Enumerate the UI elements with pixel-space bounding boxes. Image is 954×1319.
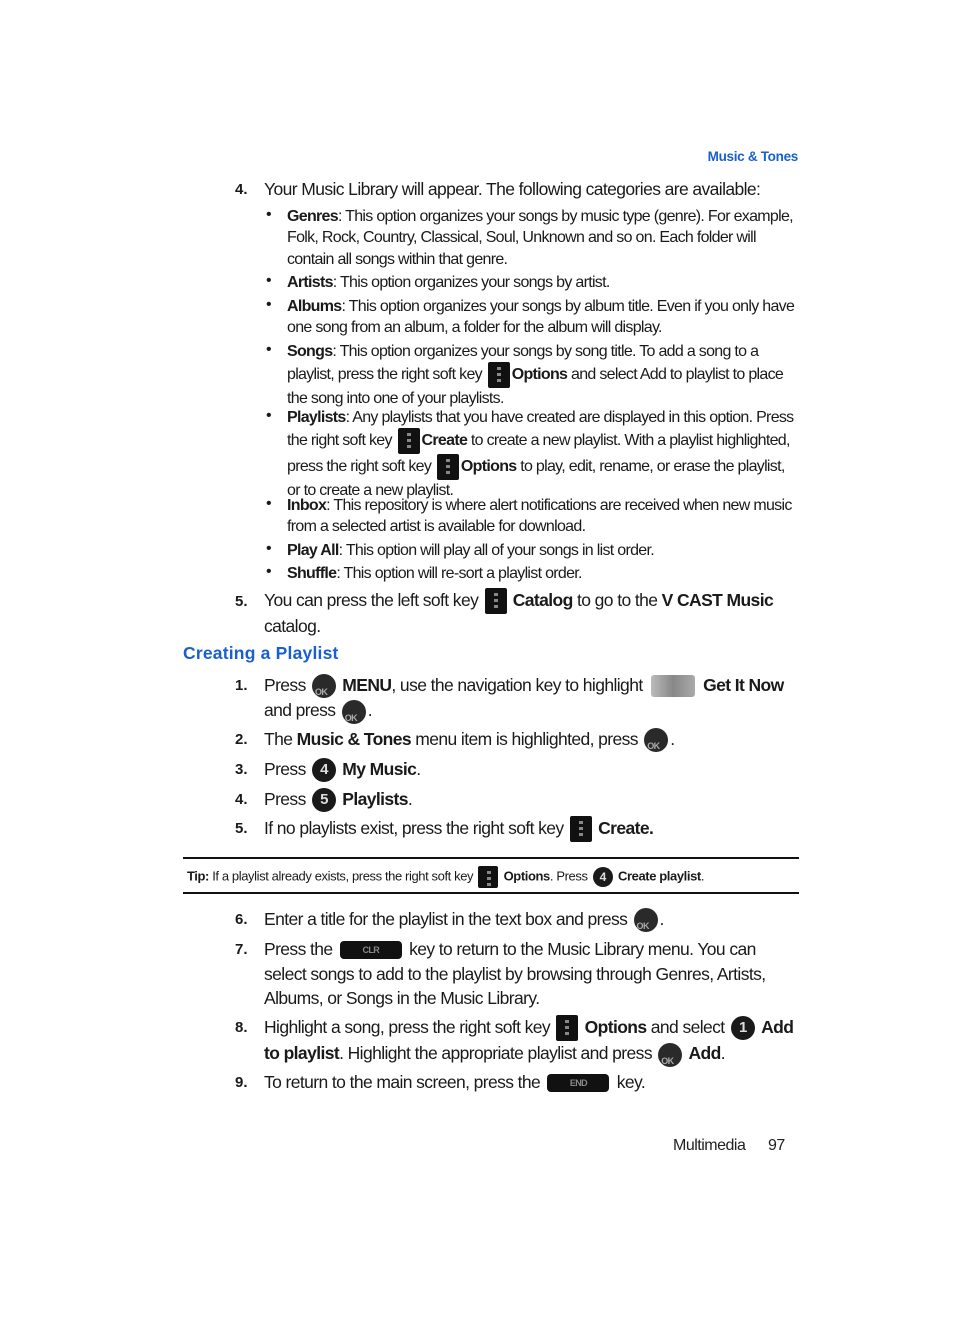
bullet-dot: • <box>266 563 272 580</box>
number-key-icon: 4 <box>592 867 613 887</box>
right-soft-key-icon <box>478 866 499 888</box>
get-it-now-icon <box>650 675 695 698</box>
ok-key-icon <box>341 699 366 730</box>
step-number: 1. <box>235 677 248 694</box>
bullet-albums: Albums: This option organizes your songs… <box>287 298 795 337</box>
right-soft-key-icon <box>397 428 420 455</box>
running-header: Music & Tones <box>707 149 799 164</box>
step-text: Press MENU, use the navigation key to hi… <box>264 673 799 730</box>
bullet-dot: • <box>266 272 272 289</box>
step-text: The Music & Tones menu item is highlight… <box>264 727 799 759</box>
end-key-icon: END <box>547 1074 610 1093</box>
ok-key-icon <box>633 908 658 939</box>
section-heading: Creating a Playlist <box>183 643 339 663</box>
step-number: 2. <box>235 731 248 748</box>
bullet-dot: • <box>266 495 272 512</box>
step-text: If no playlists exist, press the right s… <box>264 816 799 843</box>
tip-text: Tip: If a playlist already exists, press… <box>187 866 705 888</box>
number-key-icon: 5 <box>312 788 336 813</box>
step-number: 5. <box>235 820 248 837</box>
bullet-playlists: Playlists: Any playlists that you have c… <box>287 409 794 500</box>
step-text: Press 4 My Music. <box>264 757 799 783</box>
step-number: 6. <box>235 911 248 928</box>
bullet-songs: Songs: This option organizes your songs … <box>287 343 784 408</box>
step-number: 4. <box>235 181 248 198</box>
bullet-dot: • <box>266 341 272 358</box>
step-number: 4. <box>235 791 248 808</box>
ok-key-icon <box>312 674 336 705</box>
step-text: Highlight a song, press the right soft k… <box>264 1015 799 1073</box>
bullet-dot: • <box>266 206 272 223</box>
step-number: 3. <box>235 761 248 778</box>
step-text: Enter a title for the playlist in the te… <box>264 907 799 939</box>
step-number: 9. <box>235 1074 248 1091</box>
step-text: Press 5 Playlists. <box>264 787 799 813</box>
number-key-icon: 4 <box>312 758 336 783</box>
bullet-genres: Genres: This option organizes your songs… <box>287 208 794 268</box>
tip-bottom-rule <box>183 892 799 894</box>
step-number: 5. <box>235 593 248 610</box>
right-soft-key-icon <box>436 454 459 481</box>
ok-key-icon <box>644 728 669 759</box>
bullet-dot: • <box>266 540 272 557</box>
bullet-shuffle: Shuffle: This option will re-sort a play… <box>287 565 582 582</box>
ok-key-icon <box>658 1042 683 1073</box>
bullet-inbox: Inbox: This repository is where alert no… <box>287 497 792 536</box>
right-soft-key-icon <box>556 1015 579 1042</box>
footer-chapter: Multimedia <box>673 1137 746 1154</box>
clr-key-icon: CLR <box>339 941 402 960</box>
right-soft-key-icon <box>487 362 510 389</box>
step-number: 8. <box>235 1019 248 1036</box>
bullet-dot: • <box>266 407 272 424</box>
page-number: 97 <box>768 1137 785 1154</box>
step-text: To return to the main screen, press the … <box>264 1072 646 1093</box>
left-soft-key-icon <box>484 588 507 615</box>
number-key-icon: 1 <box>730 1016 755 1041</box>
step-text: Press the CLR key to return to the Music… <box>264 939 766 1008</box>
step-text: Your Music Library will appear. The foll… <box>264 179 761 199</box>
right-soft-key-icon <box>569 816 592 843</box>
bullet-play-all: Play All: This option will play all of y… <box>287 542 655 559</box>
bullet-artists: Artists: This option organizes your song… <box>287 274 610 291</box>
tip-top-rule <box>183 857 799 859</box>
bullet-dot: • <box>266 296 272 313</box>
step-text: You can press the left soft key Catalog … <box>264 588 774 637</box>
step-number: 7. <box>235 941 248 958</box>
